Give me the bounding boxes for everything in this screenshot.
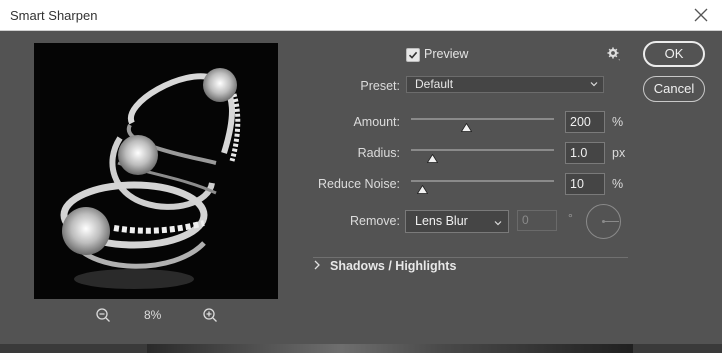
reduce-noise-slider-track[interactable] [411,180,554,182]
degree-unit: ° [568,211,573,225]
zoom-out-icon[interactable] [95,307,111,323]
chevron-down-icon [590,82,598,87]
close-icon[interactable] [692,6,710,24]
reduce-noise-input[interactable]: 10 [565,173,605,195]
preset-select[interactable]: Default [406,76,604,93]
reduce-noise-slider-thumb[interactable] [416,185,428,194]
reduce-noise-label: Reduce Noise: [318,177,400,191]
remove-label: Remove: [349,214,400,228]
preview-checkbox[interactable] [406,48,420,62]
cancel-button[interactable]: Cancel [643,76,705,102]
chevron-down-icon [494,221,502,226]
rings-image [34,43,278,299]
radius-unit: px [612,146,626,160]
amount-slider-thumb[interactable] [461,123,473,132]
remove-select[interactable]: Lens Blur [405,210,509,233]
radius-slider-track[interactable] [411,149,554,151]
amount-input[interactable]: 200 [565,111,605,133]
title-bar: Smart Sharpen [0,0,722,31]
radius-slider-thumb[interactable] [426,154,438,163]
zoom-bar: 8% [34,305,278,325]
zoom-level: 8% [144,308,162,322]
reduce-noise-unit: % [612,177,624,191]
background-canvas [0,344,722,353]
checkmark-icon [408,51,418,59]
preset-value: Default [415,77,454,91]
amount-unit: % [612,115,624,129]
remove-value: Lens Blur [415,214,468,228]
section-divider [313,257,628,258]
shadows-highlights-toggle[interactable]: Shadows / Highlights [330,259,456,273]
ok-button[interactable]: OK [643,41,705,67]
preview-image[interactable] [34,43,278,299]
window-title: Smart Sharpen [10,8,98,23]
amount-label: Amount: [353,115,400,129]
radius-label: Radius: [357,146,400,160]
preset-label: Preset: [360,79,400,93]
background-photo [147,344,633,353]
zoom-in-icon[interactable] [202,307,218,323]
radius-input[interactable]: 1.0 [565,142,605,164]
chevron-right-icon[interactable] [313,259,321,271]
angle-dial-icon [586,204,621,239]
amount-slider-track[interactable] [411,118,554,120]
angle-input: 0 [517,210,557,231]
preview-label: Preview [424,47,469,61]
gear-icon[interactable] [606,46,622,62]
